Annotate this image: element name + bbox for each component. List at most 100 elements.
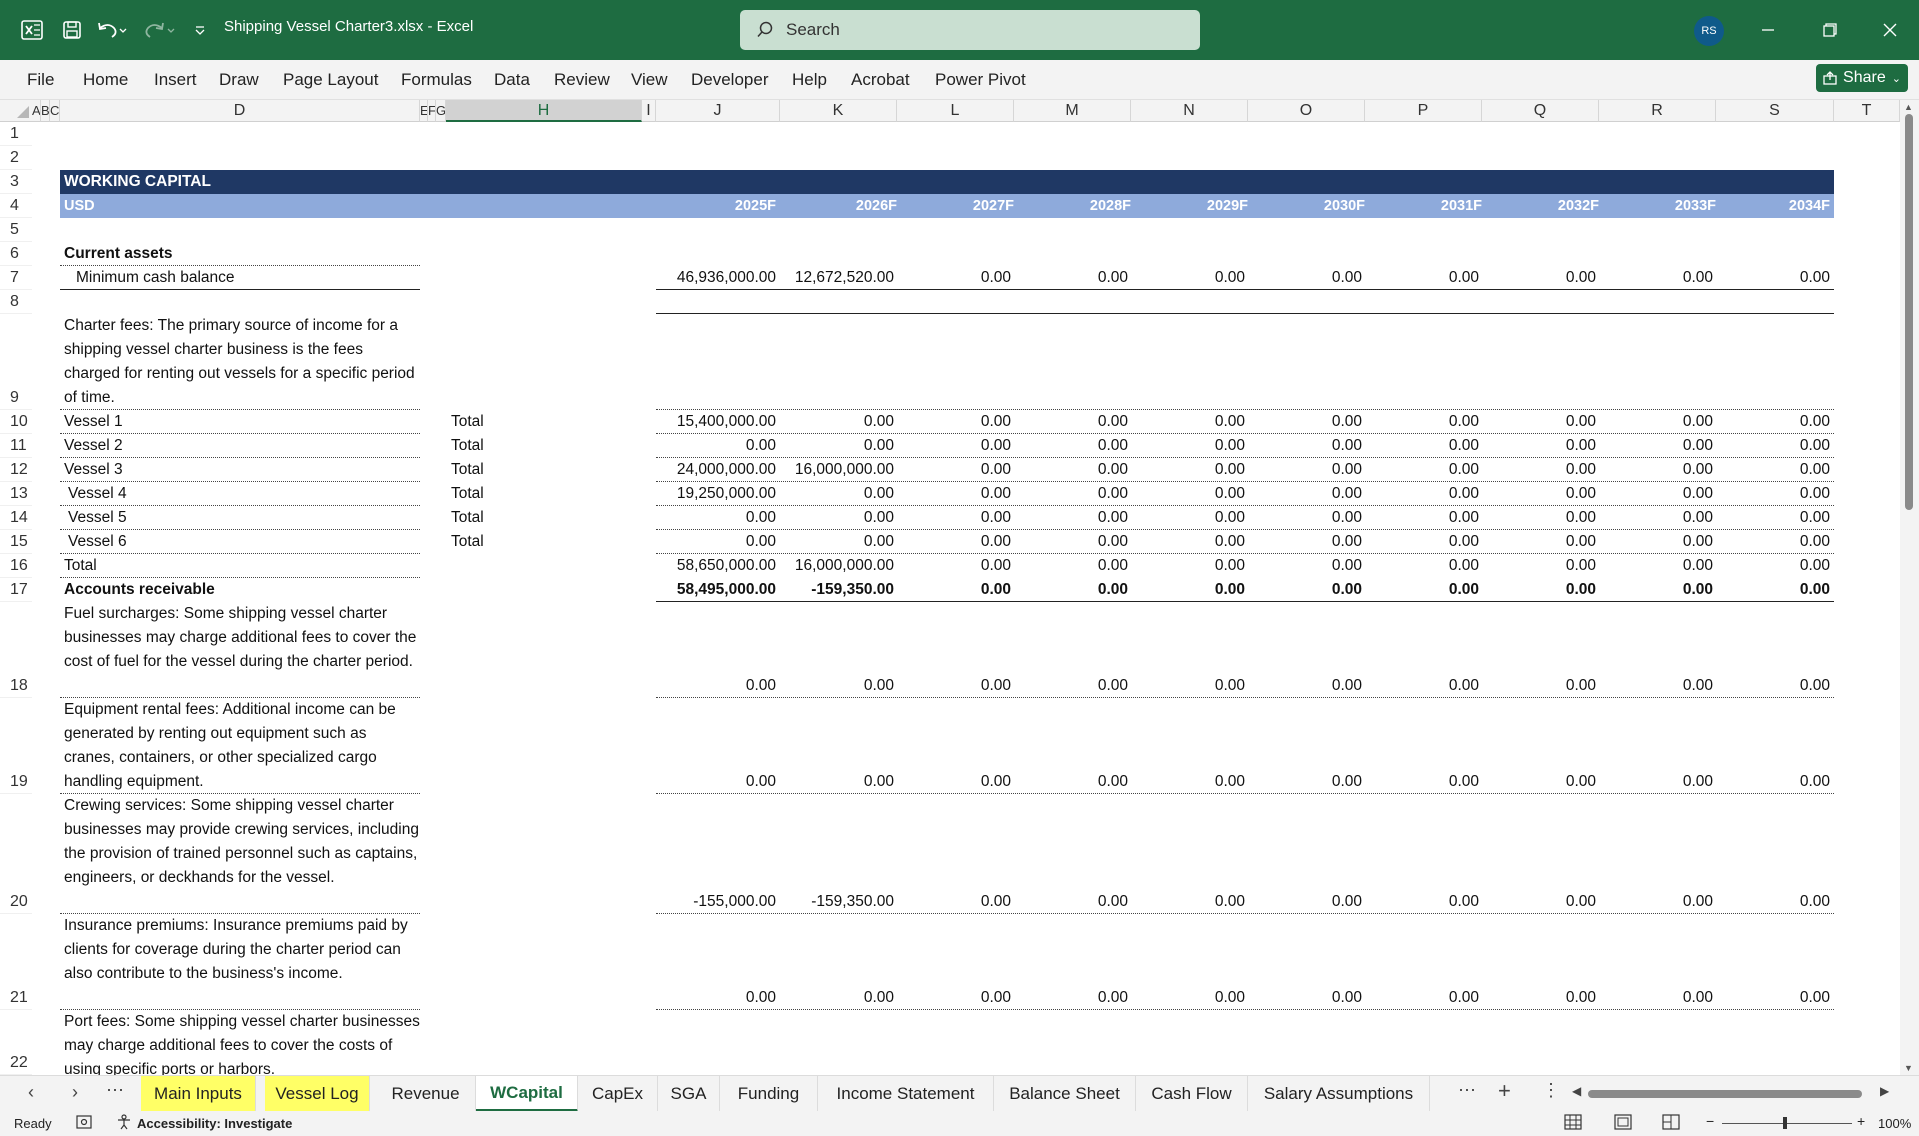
min-cash-value[interactable]: 0.00	[1248, 269, 1362, 287]
value-cell[interactable]: 0.00	[1365, 533, 1479, 551]
minimize-icon[interactable]	[1752, 14, 1784, 46]
menu-help[interactable]: Help	[792, 70, 827, 90]
value-cell[interactable]: 0.00	[1716, 461, 1830, 479]
value-cell[interactable]: 0.00	[780, 533, 894, 551]
value-cell[interactable]: 0.00	[656, 437, 776, 455]
row-header-15[interactable]: 15	[0, 530, 32, 554]
value-cell[interactable]: 0.00	[1482, 413, 1596, 431]
column-header-i[interactable]: I	[642, 100, 656, 122]
value-cell[interactable]: -155,000.00	[656, 893, 776, 911]
row-header-4[interactable]: 4	[0, 194, 32, 218]
value-cell[interactable]: 0.00	[897, 581, 1011, 599]
column-header-e[interactable]: E	[420, 100, 428, 122]
value-cell[interactable]: 0.00	[656, 677, 776, 695]
row-header-2[interactable]: 2	[0, 146, 32, 170]
min-cash-value[interactable]: 0.00	[1365, 269, 1479, 287]
value-cell[interactable]: 0.00	[1482, 557, 1596, 575]
value-cell[interactable]: 0.00	[1599, 485, 1713, 503]
min-cash-value[interactable]: 0.00	[1014, 269, 1128, 287]
zoom-out-icon[interactable]: −	[1706, 1113, 1714, 1129]
menu-page-layout[interactable]: Page Layout	[283, 70, 378, 90]
row-header-13[interactable]: 13	[0, 482, 32, 506]
tab-cash-flow[interactable]: Cash Flow	[1136, 1076, 1248, 1112]
menu-file[interactable]: File	[27, 70, 54, 90]
value-cell[interactable]: 0.00	[656, 533, 776, 551]
value-cell[interactable]: 0.00	[1716, 989, 1830, 1007]
column-header-p[interactable]: P	[1365, 100, 1482, 122]
value-cell[interactable]: 0.00	[1716, 557, 1830, 575]
row-header-20[interactable]: 20	[0, 794, 32, 914]
value-cell[interactable]: 0.00	[1599, 677, 1713, 695]
value-cell[interactable]: 0.00	[1716, 485, 1830, 503]
tab-sga[interactable]: SGA	[658, 1076, 720, 1112]
value-cell[interactable]: 0.00	[1365, 677, 1479, 695]
normal-view-icon[interactable]	[1564, 1114, 1582, 1133]
vessel-label[interactable]: Vessel 4	[68, 485, 127, 503]
value-cell[interactable]: 0.00	[897, 893, 1011, 911]
tab-revenue[interactable]: Revenue	[376, 1076, 476, 1112]
value-cell[interactable]: 0.00	[1014, 485, 1128, 503]
value-cell[interactable]: 0.00	[1131, 893, 1245, 911]
value-cell[interactable]: 0.00	[1599, 533, 1713, 551]
tab-scroll-left-icon[interactable]: ‹	[28, 1082, 34, 1103]
value-cell[interactable]: 0.00	[1482, 581, 1596, 599]
value-cell[interactable]: 0.00	[1014, 677, 1128, 695]
value-cell[interactable]: 19,250,000.00	[656, 485, 776, 503]
value-cell[interactable]: 0.00	[1716, 533, 1830, 551]
value-cell[interactable]: 0.00	[1599, 893, 1713, 911]
port-fees-note[interactable]: Port fees: Some shipping vessel charter …	[64, 1010, 420, 1075]
page-layout-icon[interactable]	[1614, 1114, 1632, 1133]
vertical-scrollbar[interactable]: ▲ ▼	[1900, 100, 1919, 1075]
value-cell[interactable]: 0.00	[1014, 461, 1128, 479]
column-header-r[interactable]: R	[1599, 100, 1716, 122]
value-cell[interactable]: 0.00	[1131, 437, 1245, 455]
value-cell[interactable]: 0.00	[1131, 509, 1245, 527]
value-cell[interactable]: 0.00	[1131, 989, 1245, 1007]
min-cash-value[interactable]: 0.00	[1716, 269, 1830, 287]
value-cell[interactable]: 0.00	[1716, 893, 1830, 911]
zoom-level[interactable]: 100%	[1878, 1116, 1911, 1131]
vessel-label[interactable]: Vessel 6	[68, 533, 127, 551]
value-cell[interactable]: 0.00	[1365, 773, 1479, 791]
vessel-label[interactable]: Vessel 1	[64, 413, 123, 431]
value-cell[interactable]: 15,400,000.00	[656, 413, 776, 431]
value-cell[interactable]: 0.00	[1014, 413, 1128, 431]
column-header-h[interactable]: H	[446, 100, 642, 122]
row-header-10[interactable]: 10	[0, 410, 32, 434]
column-header-a[interactable]: A	[32, 100, 41, 122]
value-cell[interactable]: 0.00	[1248, 437, 1362, 455]
menu-insert[interactable]: Insert	[154, 70, 197, 90]
value-cell[interactable]: 16,000,000.00	[780, 557, 894, 575]
tab-salary-assumptions[interactable]: Salary Assumptions	[1248, 1076, 1430, 1112]
value-cell[interactable]: 0.00	[1365, 989, 1479, 1007]
row-header-11[interactable]: 11	[0, 434, 32, 458]
horizontal-scroll-thumb[interactable]	[1588, 1090, 1862, 1098]
value-cell[interactable]: 0.00	[1248, 533, 1362, 551]
value-cell[interactable]: 0.00	[1248, 581, 1362, 599]
value-cell[interactable]: 0.00	[1482, 533, 1596, 551]
value-cell[interactable]: 0.00	[1014, 533, 1128, 551]
tab-scroll-right-icon[interactable]: ›	[72, 1082, 78, 1103]
insurance-premiums-note[interactable]: Insurance premiums: Insurance premiums p…	[64, 914, 420, 986]
vessel-total-tag[interactable]: Total	[451, 461, 484, 479]
tab-wcapital[interactable]: WCapital	[476, 1076, 578, 1112]
value-cell[interactable]: 0.00	[1716, 581, 1830, 599]
more-tabs-icon[interactable]: ⋯	[1458, 1080, 1476, 1101]
vessel-total-tag[interactable]: Total	[451, 413, 484, 431]
value-cell[interactable]: 0.00	[656, 989, 776, 1007]
value-cell[interactable]: 0.00	[1248, 677, 1362, 695]
value-cell[interactable]: 0.00	[1716, 509, 1830, 527]
vessel-total-tag[interactable]: Total	[451, 437, 484, 455]
value-cell[interactable]: 0.00	[1599, 557, 1713, 575]
save-icon[interactable]	[58, 16, 86, 44]
column-header-n[interactable]: N	[1131, 100, 1248, 122]
accounts-receivable-label[interactable]: Accounts receivable	[64, 581, 215, 599]
value-cell[interactable]: 0.00	[1482, 893, 1596, 911]
value-cell[interactable]: 0.00	[780, 437, 894, 455]
accessibility-status[interactable]: Accessibility: Investigate	[137, 1116, 292, 1131]
value-cell[interactable]: 0.00	[1482, 989, 1596, 1007]
value-cell[interactable]: 0.00	[1716, 677, 1830, 695]
scroll-down-icon[interactable]: ▼	[1904, 1063, 1913, 1073]
search-input[interactable]: Search	[740, 10, 1200, 50]
value-cell[interactable]: 0.00	[1482, 461, 1596, 479]
